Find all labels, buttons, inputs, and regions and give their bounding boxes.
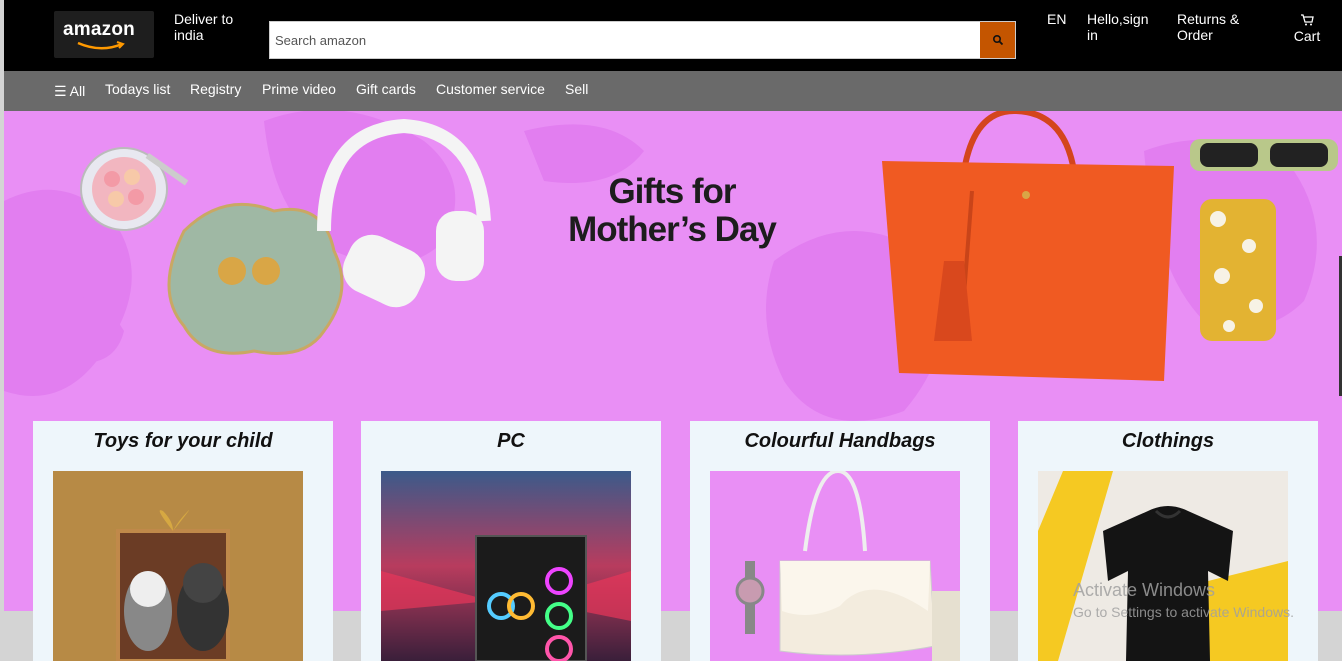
account-line1: Hello,sign [1087, 11, 1149, 27]
deliver-label: Deliver to [174, 11, 234, 27]
nav-item-registry[interactable]: Registry [190, 81, 241, 97]
card-title: Clothings [1121, 430, 1215, 452]
returns-line1: Returns & [1177, 11, 1240, 27]
account-signin[interactable]: Hello,sign in [1087, 11, 1148, 43]
nav-item-sell[interactable]: Sell [565, 81, 588, 97]
nav-item-gift-cards[interactable]: Gift cards [356, 81, 416, 97]
card-image-handbags[interactable] [710, 471, 960, 661]
banner-title: Gifts for Mother’s Day [552, 173, 792, 249]
returns-line2: Order [1177, 27, 1213, 43]
nav-item-all[interactable]: ☰ All [54, 83, 85, 100]
card-title: Toys for your child [93, 430, 273, 452]
cart-icon [1301, 14, 1314, 26]
nav-item-prime-video[interactable]: Prime video [262, 81, 336, 97]
search-icon [992, 34, 1003, 46]
toys-image [53, 471, 303, 661]
phone-case-illustration [1200, 199, 1276, 341]
card-image-toys[interactable] [53, 471, 303, 661]
clothings-image [1038, 471, 1288, 661]
cart-label: Cart [1293, 28, 1321, 44]
nav-bar: ☰ All Todays list Registry Prime video G… [4, 71, 1342, 111]
card-title: PC [497, 430, 525, 452]
account-line2: in [1087, 27, 1098, 43]
windows-activation-watermark: Activate Windows Go to Settings to activ… [1073, 579, 1294, 623]
nav-item-todays-list[interactable]: Todays list [105, 81, 170, 97]
banner-title-line1: Gifts for [608, 172, 736, 211]
nav-item-customer-service[interactable]: Customer service [436, 81, 545, 97]
returns-orders[interactable]: Returns & Order [1177, 11, 1239, 43]
deliver-location: india [174, 27, 204, 43]
dish-illustration [167, 202, 344, 355]
category-card-toys[interactable]: Toys for your child [33, 421, 333, 661]
search-bar [269, 21, 1016, 59]
category-card-pc[interactable]: PC [361, 421, 661, 661]
language-selector[interactable]: EN [1047, 11, 1066, 27]
logo-text: amazon [63, 19, 135, 40]
search-input[interactable] [270, 22, 983, 58]
logo-smile-icon [77, 41, 125, 50]
cart-button[interactable]: Cart [1290, 14, 1324, 44]
handbags-image [710, 471, 960, 661]
category-card-clothings[interactable]: Clothings [1018, 421, 1318, 661]
pc-image [381, 471, 631, 661]
search-button[interactable] [980, 22, 1015, 58]
card-image-pc[interactable] [381, 471, 631, 661]
watermark-subtitle: Go to Settings to activate Windows. [1073, 604, 1294, 620]
watermark-title: Activate Windows [1073, 580, 1216, 600]
category-card-handbags[interactable]: Colourful Handbags [690, 421, 990, 661]
top-header: amazon Deliver to india EN Hello,sign in… [4, 0, 1342, 71]
card-title: Colourful Handbags [744, 430, 936, 452]
compact-illustration [80, 147, 189, 231]
tote-bag-illustration [882, 111, 1174, 381]
deliver-to[interactable]: Deliver to india [174, 11, 254, 43]
banner-title-line2: Mother’s Day [568, 210, 777, 249]
sunglasses-illustration [1190, 139, 1338, 171]
amazon-logo[interactable]: amazon [54, 11, 154, 58]
card-image-clothings[interactable] [1038, 471, 1288, 661]
